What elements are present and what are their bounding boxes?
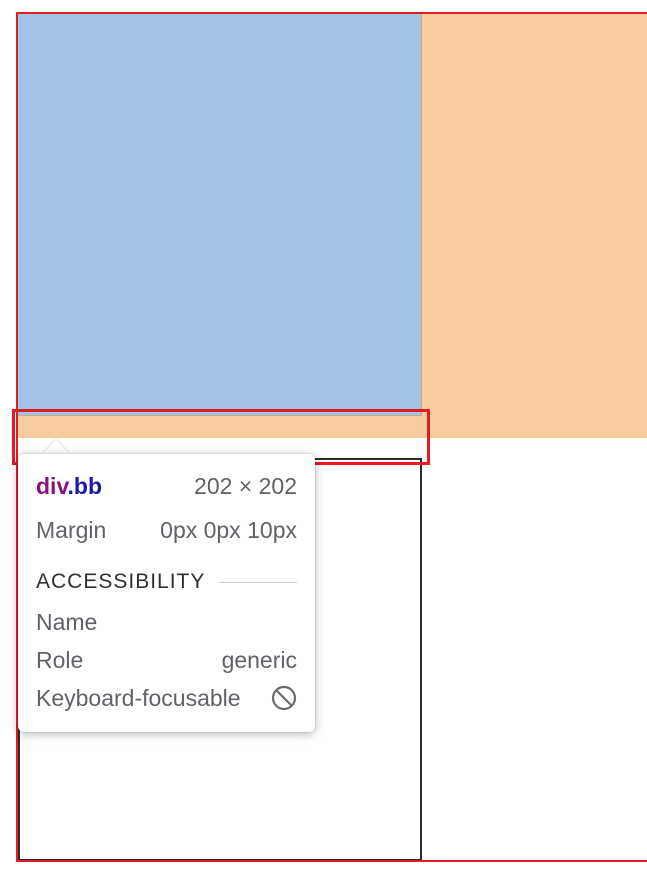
- accessibility-heading: ACCESSIBILITY: [36, 570, 206, 593]
- element-inspector-tooltip: div.bb 202 × 202 Margin 0px 0px 10px ACC…: [18, 454, 315, 732]
- role-row: Role generic: [36, 646, 297, 674]
- not-allowed-icon: [271, 685, 297, 711]
- section-divider: [219, 581, 297, 583]
- tooltip-arrow: [42, 440, 70, 454]
- accessibility-section-header: ACCESSIBILITY: [36, 570, 297, 594]
- name-row: Name: [36, 608, 297, 636]
- element-tag: div: [36, 473, 68, 499]
- element-class: .bb: [67, 473, 103, 499]
- element-dimensions: 202 × 202: [194, 473, 297, 499]
- margin-label: Margin: [36, 517, 107, 543]
- margin-value: 0px 0px 10px: [160, 517, 297, 543]
- keyboard-focusable-row: Keyboard-focusable: [36, 684, 297, 712]
- keyboard-focusable-label: Keyboard-focusable: [36, 685, 241, 711]
- element-selector: div.bb: [36, 472, 102, 500]
- tooltip-header-row: div.bb 202 × 202: [36, 472, 297, 500]
- page-canvas: div.bb 202 × 202 Margin 0px 0px 10px ACC…: [0, 0, 647, 885]
- margin-row: Margin 0px 0px 10px: [36, 516, 297, 544]
- name-label: Name: [36, 609, 98, 635]
- role-value: generic: [221, 647, 297, 673]
- role-label: Role: [36, 647, 84, 673]
